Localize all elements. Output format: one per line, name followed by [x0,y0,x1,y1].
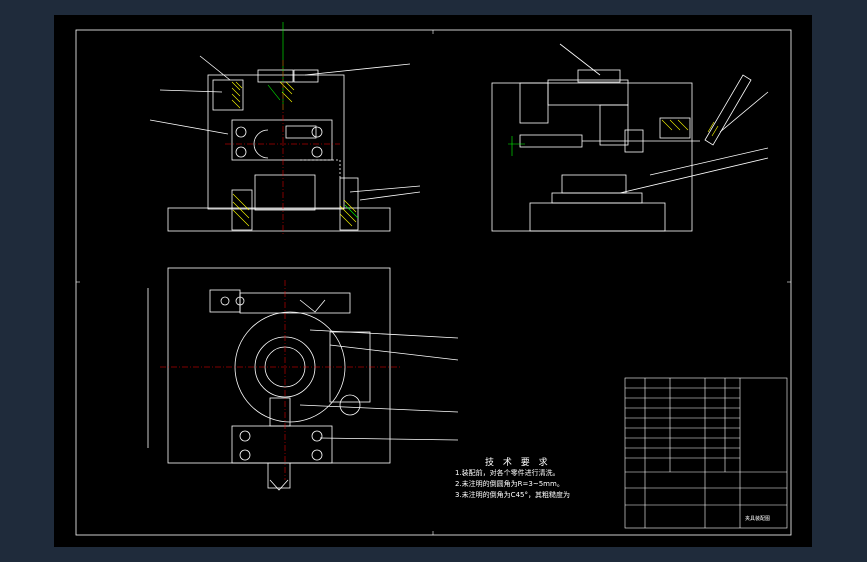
side-view-dims [508,136,525,156]
front-view [149,55,421,232]
front-view-hatch [231,81,357,227]
notes-title: 技 术 要 求 [485,458,551,468]
side-view [491,43,769,232]
note-line-3: 3.未注明的倒角为C45°，其粗糙度为 [455,491,570,499]
title-block-name: 夹具装配图 [745,515,770,522]
title-block [624,377,788,529]
cad-drawing: 夹具装配图 [75,22,792,536]
technical-notes: 技 术 要 求 1.装配前，对各个零件进行清洗。 2.未注明的倒圆角为R=3~5… [455,455,570,501]
note-line-2: 2.未注明的倒圆角为R=3~5mm。 [455,480,564,488]
drawing-border [75,29,792,536]
top-view-centerlines [160,280,400,480]
top-view [147,267,459,491]
note-line-1: 1.装配前，对各个零件进行清洗。 [455,469,560,477]
